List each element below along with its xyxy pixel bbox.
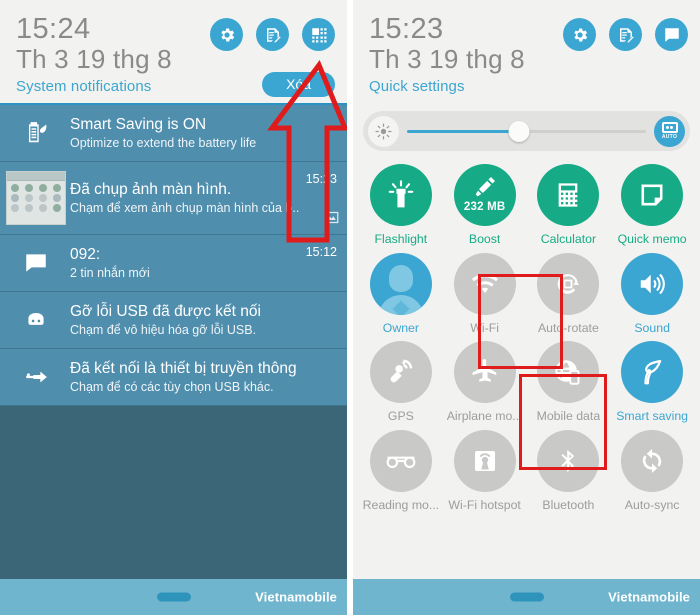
right-header-icons [563,18,688,51]
right-nav-bar: Vietnamobile [353,579,700,615]
edit-note-icon[interactable] [609,18,642,51]
right-subtitle: Quick settings [369,78,465,96]
quick-settings-tile-grid: Flashlight 232 MB Boost Calculator Quick… [359,161,694,512]
quick-settings-body: AUTO Flashlight 232 MB Boost Calculator … [353,103,700,579]
brightness-slider[interactable] [407,119,646,143]
tile-smart-saving[interactable]: Smart saving [610,338,694,424]
tile-label: Flashlight [374,233,428,247]
tile-label: Wi-Fi hotspot [448,498,521,512]
tile-quick-memo[interactable]: Quick memo [610,161,694,247]
tile-label: Calculator [540,233,597,247]
tile-gps[interactable]: GPS [359,338,443,424]
right-header: 15:23 Th 3 19 thg 8 Quick settings [353,0,700,104]
tile-wifi[interactable]: Wi-Fi [443,250,527,336]
tile-calculator[interactable]: Calculator [527,161,611,247]
auto-brightness-button[interactable]: AUTO [654,115,685,147]
slider-thumb[interactable] [508,120,530,142]
calculator-icon [537,164,600,227]
airplane-icon [453,341,516,404]
tile-label: GPS [387,410,414,424]
tile-label: Owner [382,321,419,335]
boost-memory-label: 232 MB [463,200,506,213]
tile-wifi-hotspot[interactable]: Wi-Fi hotspot [443,427,527,513]
tile-auto-sync[interactable]: Auto-sync [610,427,694,513]
auto-dot [670,126,674,130]
tile-boost[interactable]: 232 MB Boost [443,161,527,247]
tile-label: Sound [634,321,670,335]
tile-reading-mode[interactable]: Reading mo... [359,427,443,513]
tile-flashlight[interactable]: Flashlight [359,161,443,247]
auto-brightness-box-icon [661,122,678,134]
tile-label: Smart saving [616,410,688,424]
auto-brightness-label: AUTO [661,134,678,141]
tile-airplane-mode[interactable]: Airplane mo... [443,338,527,424]
brightness-sun-icon [368,115,399,147]
settings-icon[interactable] [563,18,596,51]
hotspot-icon [453,429,516,492]
dual-screenshot-comparison: 15:24 Th 3 19 thg 8 System notifications… [0,0,700,615]
left-panel-notifications: 15:24 Th 3 19 thg 8 System notifications… [0,0,347,615]
tile-owner[interactable]: Owner [359,250,443,336]
tile-label: Airplane mo... [446,410,523,424]
tile-label: Quick memo [617,233,687,247]
sound-icon [621,252,684,315]
auto-dot [665,126,669,130]
right-panel-quick-settings: 15:23 Th 3 19 thg 8 Quick settings AUTO … [353,0,700,615]
right-carrier-label: Vietnamobile [608,589,690,605]
tile-sound[interactable]: Sound [610,250,694,336]
flashlight-icon [369,164,432,227]
auto-sync-icon [621,429,684,492]
quick-memo-icon [621,164,684,227]
gps-icon [369,341,432,404]
leaf-icon [621,341,684,404]
brightness-row: AUTO [363,111,690,152]
owner-avatar-icon [369,252,432,315]
tile-label: Auto-rotate [537,321,599,335]
tile-label: Bluetooth [542,498,595,512]
home-pill-icon[interactable] [509,592,544,602]
wifi-icon [453,252,516,315]
tile-label: Reading mo... [362,498,440,512]
bluetooth-icon [537,429,600,492]
auto-rotate-icon [537,252,600,315]
tile-bluetooth[interactable]: Bluetooth [527,427,611,513]
tile-label: Boost [468,233,501,247]
red-up-arrow [267,59,347,243]
boost-broom-icon: 232 MB [453,164,516,227]
tile-label: Auto-sync [624,498,680,512]
slider-fill [407,129,520,133]
tile-mobile-data[interactable]: Mobile data [527,338,611,424]
tile-label: Mobile data [536,410,601,424]
tile-auto-rotate[interactable]: Auto-rotate [527,250,611,336]
reading-mode-icon [369,429,432,492]
tile-label: Wi-Fi [470,321,499,335]
mobile-data-icon [537,341,600,404]
avatar-head [388,264,413,292]
notifications-list-icon[interactable] [655,18,688,51]
